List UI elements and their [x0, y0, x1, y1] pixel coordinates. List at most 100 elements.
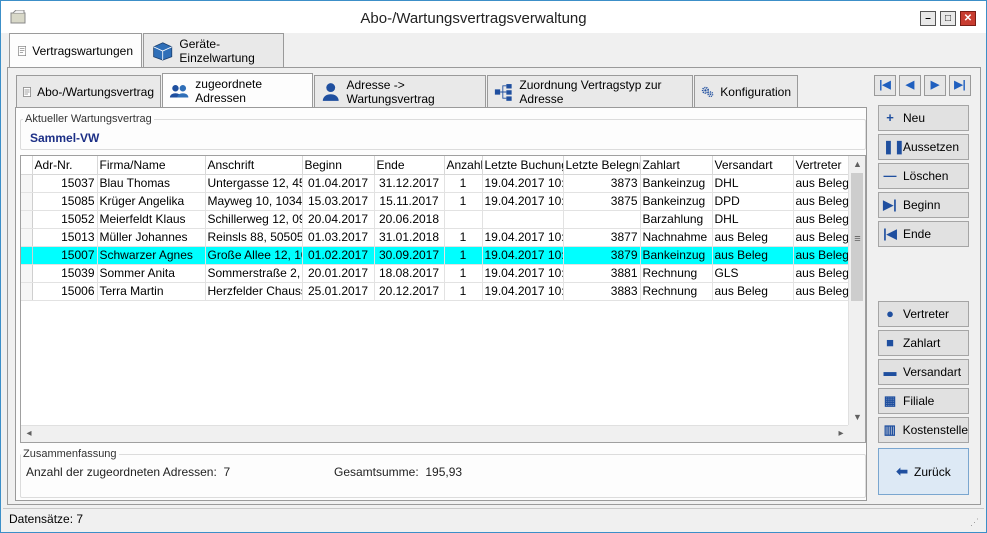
- tab-vertragswartungen[interactable]: Vertragswartungen: [9, 33, 142, 68]
- table-cell[interactable]: 20.04.2017: [302, 210, 375, 229]
- table-cell[interactable]: Nachnahme: [640, 228, 713, 247]
- column-header[interactable]: Anschrift: [205, 156, 303, 175]
- tab-adresse-wartungsvertrag[interactable]: Adresse -> Wartungsvertrag: [314, 75, 486, 107]
- table-cell[interactable]: Bankeinzug: [640, 246, 713, 265]
- maximize-button[interactable]: □: [940, 11, 956, 26]
- table-cell[interactable]: 1: [444, 174, 483, 193]
- table-cell[interactable]: aus Beleg: [793, 210, 850, 229]
- column-header[interactable]: Letzte Belegnr.: [563, 156, 641, 175]
- table-cell[interactable]: Sommer Anita: [97, 264, 206, 283]
- end-button[interactable]: |◀ Ende: [878, 221, 969, 247]
- start-button[interactable]: ▶| Beginn: [878, 192, 969, 218]
- table-cell[interactable]: Bankeinzug: [640, 174, 713, 193]
- column-header[interactable]: Vertreter: [793, 156, 850, 175]
- scroll-up-icon[interactable]: ▲: [849, 156, 865, 172]
- table-cell[interactable]: 20.06.2018: [374, 210, 445, 229]
- column-header[interactable]: Zahlart: [640, 156, 713, 175]
- table-cell[interactable]: Krüger Angelika: [97, 192, 206, 211]
- table-cell[interactable]: Blau Thomas: [97, 174, 206, 193]
- column-header[interactable]: Anzahl: [444, 156, 483, 175]
- column-header[interactable]: Ende: [374, 156, 445, 175]
- row-indicator[interactable]: [21, 282, 33, 301]
- table-cell[interactable]: 1: [444, 264, 483, 283]
- table-row[interactable]: 15037 Blau Thomas Untergasse 12, 456 01.04.…: [21, 174, 850, 193]
- row-indicator[interactable]: [21, 210, 33, 229]
- cost-center-button[interactable]: ▥ Kostenstelle: [878, 417, 969, 443]
- table-row[interactable]: 15039Sommer AnitaSommerstraße 2, 3520.01…: [21, 264, 850, 283]
- table-cell[interactable]: Müller Johannes: [97, 228, 206, 247]
- table-cell[interactable]: GLS: [712, 264, 794, 283]
- horizontal-scrollbar[interactable]: ◂ ▸: [21, 425, 849, 442]
- table-cell[interactable]: aus Beleg: [712, 228, 794, 247]
- table-cell[interactable]: 20.01.2017: [302, 264, 375, 283]
- vertical-scrollbar[interactable]: ▲ ≡ ▼: [848, 156, 865, 426]
- tab-abo-wartungsvertrag[interactable]: Abo-/Wartungsvertrag: [16, 75, 161, 107]
- table-cell[interactable]: 01.03.2017: [302, 228, 375, 247]
- tab-geraete-einzelwartung[interactable]: Geräte-Einzelwartung: [143, 33, 284, 67]
- table-cell[interactable]: 15.11.2017: [374, 192, 445, 211]
- table-cell[interactable]: 1: [444, 282, 483, 301]
- table-cell[interactable]: 19.04.2017 10:3: [482, 264, 564, 283]
- scroll-down-icon[interactable]: ▼: [849, 409, 865, 425]
- table-cell[interactable]: Rechnung: [640, 282, 713, 301]
- table-row[interactable]: 15085 Krüger Angelika Mayweg 10, 10345 15.0…: [21, 192, 850, 211]
- table-cell[interactable]: 3881: [563, 264, 641, 283]
- table-cell[interactable]: 15013: [32, 228, 98, 247]
- table-cell[interactable]: Große Allee 12, 100: [205, 246, 303, 265]
- minimize-button[interactable]: –: [920, 11, 936, 26]
- table-cell[interactable]: 3875: [563, 192, 641, 211]
- prev-record-button[interactable]: ◀: [899, 75, 921, 96]
- row-indicator[interactable]: [21, 174, 33, 193]
- table-row[interactable]: 15006Terra MartinHerzfelder Chausse25.01…: [21, 282, 850, 301]
- table-cell[interactable]: Mayweg 10, 10345: [205, 192, 303, 211]
- table-cell[interactable]: Terra Martin: [97, 282, 206, 301]
- table-cell[interactable]: Meierfeldt Klaus: [97, 210, 206, 229]
- table-cell[interactable]: 15085: [32, 192, 98, 211]
- last-record-button[interactable]: ▶|: [949, 75, 971, 96]
- table-cell[interactable]: 15007: [32, 246, 98, 265]
- branch-button[interactable]: ▦ Filiale: [878, 388, 969, 414]
- table-cell[interactable]: aus Beleg: [793, 264, 850, 283]
- tab-zugeordnete-adressen[interactable]: zugeordnete Adressen: [162, 73, 313, 108]
- table-cell[interactable]: Schillerweg 12, 093: [205, 210, 303, 229]
- table-cell[interactable]: 15037: [32, 174, 98, 193]
- table-cell[interactable]: 25.01.2017: [302, 282, 375, 301]
- table-cell[interactable]: 19.04.2017 10:3: [482, 282, 564, 301]
- table-cell[interactable]: 19.04.2017 10:3: [482, 192, 564, 211]
- delete-button[interactable]: — Löschen: [878, 163, 969, 189]
- table-cell[interactable]: [563, 210, 641, 229]
- table-row[interactable]: 15052 Meierfeldt Klaus Schillerweg 12, 093…: [21, 210, 850, 229]
- table-cell[interactable]: 19.04.2017 10:3: [482, 228, 564, 247]
- table-cell[interactable]: 19.04.2017 10:3: [482, 246, 564, 265]
- table-cell[interactable]: Sommerstraße 2, 35: [205, 264, 303, 283]
- column-header[interactable]: Adr-Nr.: [32, 156, 98, 175]
- table-cell[interactable]: Reinsls 88, 50505 K: [205, 228, 303, 247]
- table-cell[interactable]: aus Beleg: [793, 282, 850, 301]
- table-cell[interactable]: Untergasse 12, 456: [205, 174, 303, 193]
- table-cell[interactable]: 3877: [563, 228, 641, 247]
- column-header[interactable]: Beginn: [302, 156, 375, 175]
- table-cell[interactable]: Herzfelder Chausse: [205, 282, 303, 301]
- table-cell[interactable]: [444, 210, 483, 229]
- table-cell[interactable]: 1: [444, 246, 483, 265]
- back-button[interactable]: ⬅ Zurück: [878, 448, 969, 495]
- table-row[interactable]: 15013Müller JohannesReinsls 88, 50505 K0…: [21, 228, 850, 247]
- tab-zuordnung-vertragstyp[interactable]: Zuordnung Vertragstyp zur Adresse: [487, 75, 693, 107]
- table-cell[interactable]: 15052: [32, 210, 98, 229]
- column-header[interactable]: Letzte Buchung: [482, 156, 564, 175]
- suspend-button[interactable]: ❚❚ Aussetzen: [878, 134, 969, 160]
- scroll-left-icon[interactable]: ◂: [21, 426, 37, 442]
- table-cell[interactable]: aus Beleg: [793, 228, 850, 247]
- row-indicator[interactable]: [21, 246, 33, 265]
- column-header[interactable]: Firma/Name: [97, 156, 206, 175]
- row-indicator[interactable]: [21, 228, 33, 247]
- table-cell[interactable]: aus Beleg: [793, 192, 850, 211]
- table-cell[interactable]: DHL: [712, 210, 794, 229]
- new-button[interactable]: + Neu: [878, 105, 969, 131]
- table-cell[interactable]: Schwarzer Agnes: [97, 246, 206, 265]
- table-cell[interactable]: aus Beleg: [712, 246, 794, 265]
- table-cell[interactable]: 3883: [563, 282, 641, 301]
- table-cell[interactable]: 1: [444, 192, 483, 211]
- table-cell[interactable]: Bankeinzug: [640, 192, 713, 211]
- table-cell[interactable]: 3873: [563, 174, 641, 193]
